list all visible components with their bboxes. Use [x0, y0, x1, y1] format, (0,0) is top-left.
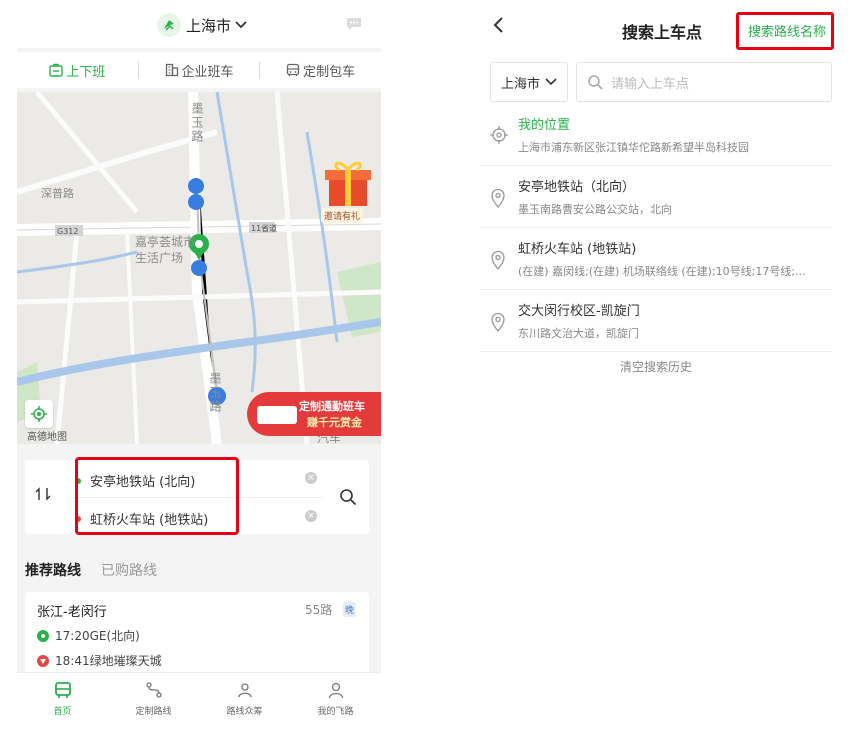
search-placeholder: 请输入上车点	[611, 76, 690, 92]
nav-label: 我的飞路	[317, 707, 354, 717]
bus-icon	[54, 682, 71, 698]
map-road-label: 墨玉路	[190, 102, 204, 144]
tab-charter[interactable]: 定制包车	[260, 61, 381, 80]
depart-row: 17:20GE(北向)	[37, 627, 140, 644]
nav-profile[interactable]: 我的飞路	[290, 673, 381, 744]
map-street-label: G312	[57, 227, 79, 236]
search-icon	[588, 75, 603, 90]
locate-icon	[31, 406, 47, 422]
tab-commute[interactable]: 上下班	[17, 61, 138, 80]
tab-label: 企业班车	[181, 64, 234, 80]
line-tag-badge: 晚	[343, 602, 357, 617]
crosshair-icon	[490, 126, 508, 148]
city-selector[interactable]: 上海市	[490, 62, 568, 102]
clear-history-button[interactable]: 清空搜索历史	[480, 358, 832, 375]
promo-banner[interactable]: 定制通勤班车 赚千元赏金	[247, 392, 381, 436]
clear-from-icon[interactable]: ×	[305, 472, 317, 484]
gift-label: 邀请有礼	[321, 208, 364, 223]
banner-title: 定制通勤班车	[299, 400, 365, 413]
pin-icon	[490, 312, 506, 336]
highlight-box	[75, 457, 239, 535]
group-icon	[237, 683, 252, 698]
place-address: 上海市浦东新区张江镇华佗路新希望半岛科技园	[518, 141, 749, 154]
route-icon	[145, 682, 162, 698]
page-title: 搜索上车点	[622, 23, 703, 42]
tab-purchased[interactable]: 已购路线	[101, 560, 157, 580]
mode-tabs: 上下班 企业班车 定制包车	[17, 52, 381, 88]
clock-bag-icon	[49, 63, 64, 77]
city-name: 上海市	[500, 76, 540, 92]
tab-recommended[interactable]: 推荐路线	[25, 560, 81, 580]
pin-icon	[490, 250, 506, 274]
line-card[interactable]: 张江-老闵行 55路 晚 17:20GE(北向) 18:41绿地璀璨天城	[25, 592, 369, 680]
map-street-label: 11省道	[251, 224, 278, 233]
nav-custom-route[interactable]: 定制路线	[108, 673, 199, 744]
place-name: 安亭地铁站（北向）	[518, 180, 636, 195]
place-name: 虹桥火车站 (地铁站)	[518, 242, 637, 257]
city-selector[interactable]: 上海市	[157, 12, 247, 38]
city-name: 上海市	[186, 16, 232, 35]
app-logo-icon	[157, 13, 181, 37]
arrive-text: 18:41绿地璀璨天城	[55, 654, 162, 668]
place-address: 墨玉南路曹安公路公交站，北向	[518, 203, 672, 216]
message-icon[interactable]	[345, 16, 363, 36]
search-pickup-screen: 搜索上车点 搜索路线名称 上海市 请输入上车点 我的位置 上海市浦东新区张江镇华…	[480, 0, 834, 744]
arrive-row: 18:41绿地璀璨天城	[37, 652, 162, 669]
map-source-label: 高德地图	[27, 432, 67, 443]
bus-illustration-icon	[257, 406, 297, 424]
line-number: 55路	[305, 603, 333, 617]
bus-icon	[287, 63, 300, 76]
place-name: 我的位置	[518, 118, 571, 133]
nav-label: 定制路线	[135, 707, 172, 717]
pickup-search-input[interactable]: 请输入上车点	[576, 62, 832, 102]
route-tabs: 推荐路线 已购路线	[25, 560, 157, 580]
arrive-icon	[37, 654, 49, 667]
clear-to-icon[interactable]: ×	[305, 510, 317, 522]
tab-company-shuttle[interactable]: 企业班车	[139, 61, 260, 80]
chevron-down-icon	[235, 18, 247, 32]
depart-icon	[37, 629, 49, 642]
bottom-nav: 首页 定制路线 路线众筹 我的飞路	[17, 672, 381, 744]
nav-label: 路线众筹	[226, 707, 263, 717]
tab-label: 上下班	[66, 64, 106, 80]
search-icon[interactable]	[339, 488, 357, 510]
swap-icon[interactable]	[35, 486, 51, 506]
list-item[interactable]: 安亭地铁站（北向） 墨玉南路曹安公路公交站，北向	[480, 166, 832, 228]
top-bar: 上海市	[17, 0, 381, 48]
list-item-my-location[interactable]: 我的位置 上海市浦东新区张江镇华佗路新希望半岛科技园	[480, 104, 832, 166]
map-poi-label: 嘉亭荟城市生活广场	[135, 235, 196, 265]
highlight-box	[736, 12, 834, 50]
pin-icon	[490, 188, 506, 212]
user-icon	[328, 682, 343, 699]
place-address: (在建) 嘉闵线;(在建) 机场联络线 (在建);10号线;17号线;...	[518, 265, 806, 278]
map-street-label: 深普路	[41, 187, 74, 200]
place-address: 东川路文治大道，凯旋门	[518, 327, 639, 340]
line-name: 张江-老闵行	[37, 605, 107, 620]
building-icon	[165, 63, 178, 77]
depart-text: 17:20GE(北向)	[55, 629, 140, 643]
chevron-down-icon	[545, 78, 557, 86]
home-screen: 上海市 上下班 企业班车 定制包车 墨玉路 墨玉路 嘉亭荟城市生活广场 汽车 深…	[17, 0, 381, 744]
map-road-label: 墨玉路	[208, 372, 222, 414]
back-icon[interactable]	[492, 16, 504, 38]
map-view[interactable]: 墨玉路 墨玉路 嘉亭荟城市生活广场 汽车 深普路 G312 11省道 邀请有礼 …	[17, 92, 381, 444]
banner-subtitle: 赚千元赏金	[307, 416, 362, 429]
locate-button[interactable]	[25, 400, 53, 428]
list-item[interactable]: 虹桥火车站 (地铁站) (在建) 嘉闵线;(在建) 机场联络线 (在建);10号…	[480, 228, 832, 290]
nav-label: 首页	[53, 707, 72, 717]
nav-home[interactable]: 首页	[17, 673, 108, 744]
tab-label: 定制包车	[303, 64, 356, 80]
nav-crowdfund[interactable]: 路线众筹	[199, 673, 290, 744]
list-item[interactable]: 交大闵行校区-凯旋门 东川路文治大道，凯旋门	[480, 290, 832, 352]
place-name: 交大闵行校区-凯旋门	[518, 304, 640, 319]
